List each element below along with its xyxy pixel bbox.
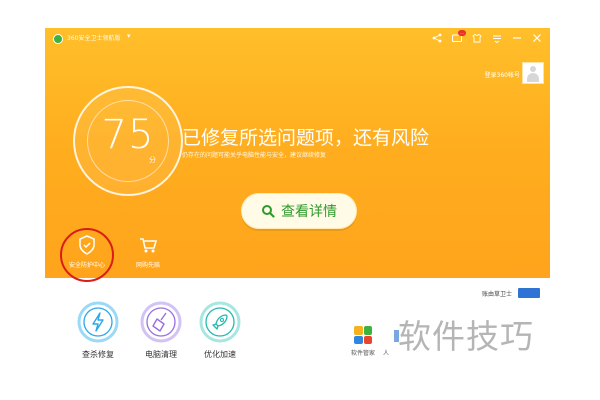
window-controls: ...	[430, 30, 544, 45]
message-badge: ...	[458, 30, 466, 36]
avatar[interactable]	[522, 62, 544, 84]
cart-icon	[136, 233, 160, 257]
menu-icon[interactable]	[490, 31, 504, 45]
version-dropdown-icon[interactable]: ▾	[127, 32, 131, 40]
broom-icon	[140, 301, 182, 343]
score-unit: 分	[149, 156, 156, 164]
status-subline: 仍存在的问题可能关乎电脑性能与安全，建议继续修复	[182, 152, 327, 159]
search-icon	[261, 204, 275, 218]
app-icon	[379, 326, 393, 344]
function-optimize[interactable]: 优化加速	[190, 301, 250, 360]
watermark-text: 软件技巧	[398, 317, 534, 356]
close-icon[interactable]	[530, 31, 544, 45]
status-headline: 已修复所选问题项，还有风险	[182, 127, 430, 149]
function-label: 查杀修复	[82, 350, 114, 359]
share-icon[interactable]	[430, 31, 444, 45]
tool-label: 网购先赔	[135, 262, 160, 269]
function-scan-repair[interactable]: 查杀修复	[68, 301, 128, 360]
app-label: 人	[382, 350, 389, 357]
titlebar: 360安全卫士领航版 ▾ ...	[45, 28, 550, 50]
health-score: 75	[101, 112, 155, 158]
right-panel-text: 账由草卫士	[482, 291, 513, 298]
login-link[interactable]: 登录360帐号	[485, 70, 520, 79]
function-pc-clean[interactable]: 电脑清理	[131, 301, 191, 360]
software-manager-icon	[354, 326, 372, 344]
highlight-circle	[60, 228, 114, 282]
function-label: 优化加速	[204, 350, 236, 359]
app-item-partial[interactable]: 人	[379, 326, 393, 357]
view-details-label: 查看详情	[281, 204, 337, 220]
func-ring-scan	[77, 301, 119, 343]
app-label: 软件管家	[350, 350, 375, 357]
view-details-button[interactable]: 查看详情	[241, 193, 357, 229]
score-ring: 75 分	[73, 86, 183, 196]
function-label: 电脑清理	[145, 350, 177, 359]
rocket-icon	[199, 301, 241, 343]
lightning-icon	[77, 301, 119, 343]
window-title: 360安全卫士领航版	[67, 35, 121, 42]
minimize-icon[interactable]	[510, 31, 524, 45]
status-panel: 360安全卫士领航版 ▾ ... 登录360帐号 75 分 已修复所选问题项，还…	[45, 28, 550, 278]
skin-icon[interactable]	[470, 31, 484, 45]
app-software-manager[interactable]: 软件管家	[343, 326, 383, 357]
app-logo-icon	[53, 34, 63, 44]
right-panel-button[interactable]	[518, 288, 540, 298]
message-icon[interactable]: ...	[450, 30, 466, 45]
func-ring-clean	[140, 301, 182, 343]
func-ring-optimize	[199, 301, 241, 343]
tool-online-shopping[interactable]: 网购先赔	[118, 233, 178, 269]
